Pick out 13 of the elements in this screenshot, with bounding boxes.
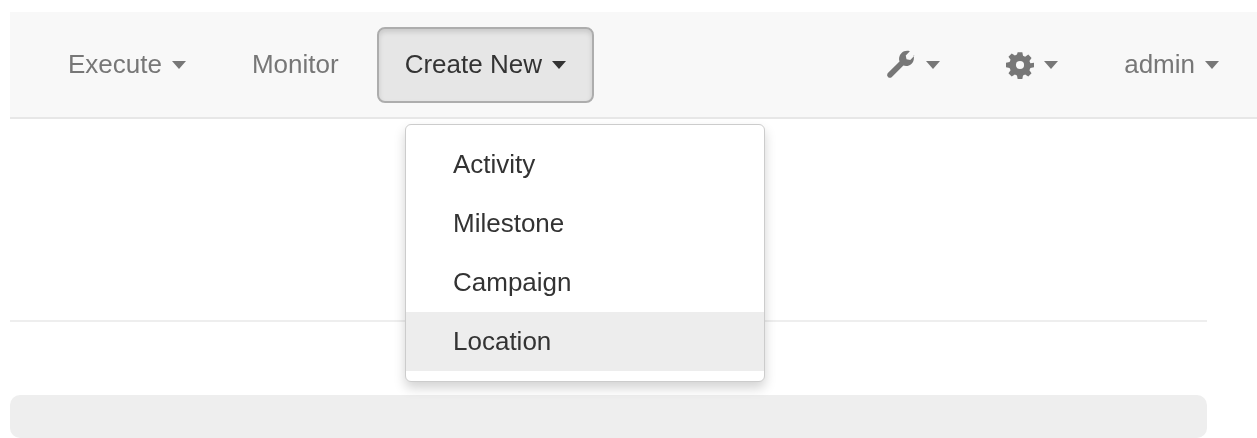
gear-icon bbox=[1006, 50, 1035, 79]
user-menu-button[interactable]: admin bbox=[1096, 26, 1247, 103]
nav-menu-button[interactable]: Create New bbox=[376, 26, 594, 103]
menu-item[interactable]: Milestone bbox=[406, 194, 764, 253]
caret-icon bbox=[1205, 60, 1219, 69]
menu-item[interactable]: Activity bbox=[406, 135, 764, 194]
caret-icon bbox=[926, 60, 941, 69]
caret-icon bbox=[1044, 60, 1059, 69]
menu-item[interactable]: Campaign bbox=[406, 253, 764, 312]
nav-menu-button[interactable]: Monitor bbox=[223, 26, 367, 103]
wrench-icon bbox=[886, 49, 917, 80]
nav-menu-button[interactable]: Execute bbox=[40, 26, 214, 103]
menu-item[interactable]: Location bbox=[406, 312, 764, 371]
